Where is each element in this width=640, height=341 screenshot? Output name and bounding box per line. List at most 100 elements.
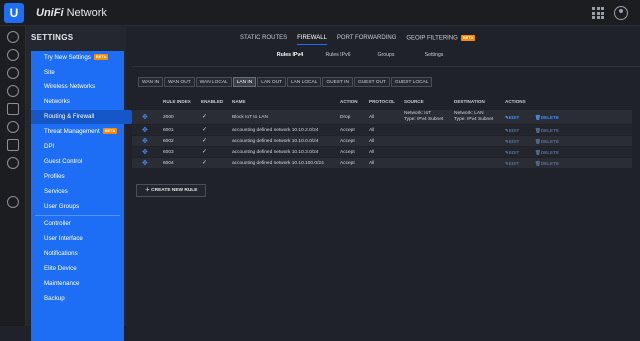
delete-label: DELETE bbox=[540, 115, 559, 120]
col-name[interactable]: NAME bbox=[232, 99, 246, 104]
dashboard-icon[interactable] bbox=[7, 31, 19, 43]
col-action[interactable]: ACTION bbox=[340, 99, 358, 104]
filter-guest-out[interactable]: GUEST OUT bbox=[353, 77, 390, 87]
clients-icon[interactable] bbox=[7, 103, 19, 115]
rule-action: Accept bbox=[340, 128, 355, 133]
filter-wan-out[interactable]: WAN OUT bbox=[164, 77, 195, 87]
beta-badge: BETA bbox=[460, 35, 476, 41]
delete-button-disabled: 🗑 DELETE bbox=[535, 139, 559, 144]
apps-grid-icon[interactable] bbox=[592, 7, 604, 19]
table-row: ✥ 6002 ✓ accounting defined network 10.1… bbox=[132, 136, 632, 146]
rule-index: 6002 bbox=[163, 139, 174, 144]
sidebar-item-routing-firewall[interactable]: Routing & Firewall bbox=[31, 110, 137, 124]
sidebar-item-maintenance[interactable]: Maintenance bbox=[31, 277, 124, 291]
beta-badge: BETA bbox=[93, 54, 109, 61]
col-rule-index[interactable]: RULE INDEX bbox=[163, 99, 191, 104]
rule-name: accounting defined network 10.10.3.0/24 bbox=[232, 150, 319, 155]
tab-geoip-filtering[interactable]: GEOIP FILTERING BETA bbox=[406, 35, 476, 45]
sidebar-item-user-interface[interactable]: User Interface bbox=[31, 232, 124, 246]
subtab-groups[interactable]: Groups bbox=[362, 52, 410, 58]
map-icon[interactable] bbox=[7, 67, 19, 79]
section-divider bbox=[132, 66, 640, 67]
edit-button-disabled: ✎ EDIT bbox=[505, 128, 520, 133]
sidebar-item-backup[interactable]: Backup bbox=[31, 292, 124, 306]
rule-index: 6003 bbox=[163, 150, 174, 155]
table-row: ✥ 6003 ✓ accounting defined network 10.1… bbox=[132, 147, 632, 157]
rule-protocol: All bbox=[369, 128, 375, 133]
sidebar-item-label: Threat Management bbox=[44, 128, 100, 135]
filter-guest-local[interactable]: GUEST LOCAL bbox=[390, 77, 433, 87]
edit-label: EDIT bbox=[508, 150, 520, 155]
drag-handle-icon[interactable]: ✥ bbox=[142, 126, 148, 134]
filter-lan-local[interactable]: LAN LOCAL bbox=[286, 77, 322, 87]
create-new-rule-button[interactable]: ＋ CREATE NEW RULE bbox=[136, 184, 207, 197]
rule-destination-type: Type: IPv4 Subnet bbox=[454, 117, 494, 122]
delete-label: DELETE bbox=[540, 150, 559, 155]
filter-wan-local[interactable]: WAN LOCAL bbox=[195, 77, 232, 87]
rule-action: Accept bbox=[340, 161, 355, 166]
user-avatar-icon[interactable] bbox=[614, 6, 628, 20]
sidebar-item-label: Try New Settings bbox=[44, 54, 91, 61]
rule-name: Block IoT to LAN bbox=[232, 115, 268, 120]
enabled-check-icon: ✓ bbox=[202, 160, 208, 166]
statistics-icon[interactable] bbox=[7, 49, 19, 61]
sidebar-item-wireless-networks[interactable]: Wireless Networks bbox=[31, 80, 124, 94]
filter-lan-in[interactable]: LAN IN bbox=[232, 77, 257, 87]
table-row: ✥ 2000 ✓ Block IoT to LAN Drop All Netwo… bbox=[132, 110, 632, 124]
main-tabs: STATIC ROUTES FIREWALL PORT FORWARDING G… bbox=[240, 35, 476, 45]
drag-handle-icon[interactable]: ✥ bbox=[142, 148, 148, 156]
icon-nav-bar bbox=[0, 26, 26, 326]
rule-name: accounting defined network 10.10.0.0/24 bbox=[232, 139, 319, 144]
tab-firewall[interactable]: FIREWALL bbox=[297, 35, 327, 45]
plus-icon: ＋ bbox=[145, 188, 150, 193]
delete-label: DELETE bbox=[540, 161, 559, 166]
unifi-logo[interactable]: U bbox=[4, 3, 24, 23]
sidebar-item-notifications[interactable]: Notifications bbox=[31, 247, 124, 261]
sidebar-item-guest-control[interactable]: Guest Control bbox=[31, 155, 124, 169]
sidebar-item-controller[interactable]: Controller bbox=[31, 217, 124, 231]
events-icon[interactable] bbox=[7, 139, 19, 151]
col-protocol[interactable]: PROTOCOL bbox=[369, 99, 395, 104]
sidebar-item-try-new-settings[interactable]: Try New Settings BETA bbox=[31, 51, 124, 65]
delete-label: DELETE bbox=[540, 128, 559, 133]
col-destination: DESTINATION bbox=[454, 99, 485, 104]
insights-icon[interactable] bbox=[7, 121, 19, 133]
drag-handle-icon[interactable]: ✥ bbox=[142, 113, 148, 121]
subtab-rules-ipv4[interactable]: Rules IPv4 bbox=[266, 52, 314, 58]
subtab-settings[interactable]: Settings bbox=[410, 52, 458, 58]
main-content: STATIC ROUTES FIREWALL PORT FORWARDING G… bbox=[132, 26, 640, 326]
rule-index: 6001 bbox=[163, 128, 174, 133]
tab-static-routes[interactable]: STATIC ROUTES bbox=[240, 35, 287, 45]
app-title: UniFi Network bbox=[36, 7, 107, 19]
alerts-icon[interactable] bbox=[7, 157, 19, 169]
rules-table-header: RULE INDEX ENABLED NAME ACTION PROTOCOL … bbox=[132, 99, 632, 109]
drag-handle-icon[interactable]: ✥ bbox=[142, 137, 148, 145]
subtab-rules-ipv6[interactable]: Rules IPv6 bbox=[314, 52, 362, 58]
edit-label: EDIT bbox=[508, 115, 520, 120]
top-bar: U UniFi Network bbox=[0, 0, 640, 26]
sidebar-item-dpi[interactable]: DPI bbox=[31, 140, 124, 154]
filter-wan-in[interactable]: WAN IN bbox=[138, 77, 164, 87]
beta-badge: BETA bbox=[102, 128, 118, 135]
col-enabled[interactable]: ENABLED bbox=[201, 99, 223, 104]
settings-sidebar: SETTINGS Try New Settings BETA Site Wirel… bbox=[26, 26, 137, 341]
drag-handle-icon[interactable]: ✥ bbox=[142, 159, 148, 167]
devices-icon[interactable] bbox=[7, 85, 19, 97]
sidebar-item-elite-device[interactable]: Elite Device bbox=[31, 262, 124, 276]
settings-icon[interactable] bbox=[7, 196, 19, 208]
edit-button[interactable]: ✎ EDIT bbox=[505, 115, 519, 121]
sidebar-item-services[interactable]: Services bbox=[31, 185, 124, 199]
delete-button[interactable]: 🗑 DELETE bbox=[535, 115, 559, 121]
tab-port-forwarding[interactable]: PORT FORWARDING bbox=[337, 35, 396, 45]
sidebar-item-site[interactable]: Site bbox=[31, 66, 124, 80]
sidebar-item-networks[interactable]: Networks bbox=[31, 95, 124, 109]
sidebar-item-user-groups[interactable]: User Groups bbox=[31, 200, 124, 214]
enabled-check-icon: ✓ bbox=[202, 127, 208, 133]
rule-source-network: Network: IoT bbox=[404, 111, 432, 116]
filter-guest-in[interactable]: GUEST IN bbox=[322, 77, 353, 87]
sidebar-item-profiles[interactable]: Profiles bbox=[31, 170, 124, 184]
rule-protocol: All bbox=[369, 161, 375, 166]
sidebar-item-threat-management[interactable]: Threat Management BETA bbox=[31, 125, 124, 139]
filter-lan-out[interactable]: LAN OUT bbox=[257, 77, 286, 87]
col-source: SOURCE bbox=[404, 99, 424, 104]
